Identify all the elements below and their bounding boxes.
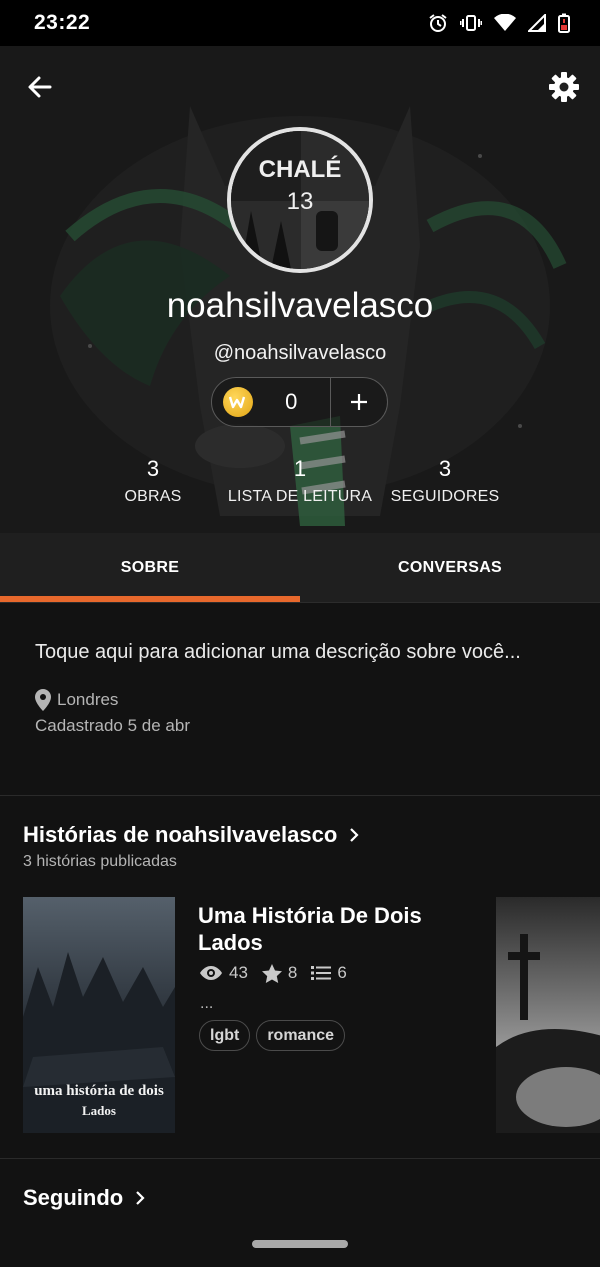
battery-low-icon [558, 13, 570, 33]
coin-count: 0 [285, 389, 298, 414]
stat-works[interactable]: 3 OBRAS [113, 456, 193, 506]
story-cover-image: uma história de dois Lados [23, 897, 175, 1133]
list-icon [311, 966, 332, 980]
settings-button[interactable] [540, 63, 588, 111]
stories-section: Histórias de noahsilvavelasco 3 história… [0, 797, 600, 1159]
stat-followers[interactable]: 3 SEGUIDORES [390, 456, 500, 506]
votes-stat: 8 [261, 963, 298, 983]
stories-section-title: Histórias de noahsilvavelasco [23, 822, 338, 847]
add-description-prompt[interactable]: Toque aqui para adicionar uma descrição … [35, 641, 521, 664]
avatar-text-line1: CHALÉ [259, 155, 342, 183]
chevron-right-icon [136, 1191, 145, 1205]
joined-date: Cadastrado 5 de abr [35, 716, 190, 735]
following-section-title: Seguindo [23, 1185, 124, 1210]
location-pin-icon [35, 689, 51, 711]
story-cover-image [496, 897, 600, 1133]
home-indicator[interactable] [252, 1240, 348, 1248]
about-section: Toque aqui para adicionar uma descrição … [0, 603, 600, 796]
username-handle: @noahsilvavelasco [213, 342, 387, 364]
cover-text-line2: Lados [82, 1103, 116, 1118]
votes-count: 8 [287, 963, 298, 982]
story-title[interactable]: Uma História De Dois Lados [198, 902, 458, 956]
story-description: ... [200, 995, 214, 1012]
display-name: noahsilvavelasco [166, 286, 434, 325]
cover-text-line1: uma história de dois [34, 1083, 164, 1099]
stat-reading-list-label: LISTA DE LEITURA [227, 488, 373, 505]
stat-works-value: 3 [146, 456, 160, 481]
status-bar: 23:22 [0, 0, 600, 46]
signal-icon [528, 14, 546, 32]
avatar-image: CHALÉ 13 [231, 131, 369, 269]
following-section-header[interactable]: Seguindo [23, 1185, 145, 1211]
add-coins-button[interactable] [331, 378, 387, 426]
reads-count: 43 [229, 963, 248, 982]
stories-section-header[interactable]: Histórias de noahsilvavelasco [23, 822, 359, 848]
tag-chip[interactable]: romance [256, 1020, 346, 1051]
story-stats: 43 8 6 [199, 963, 353, 983]
arrow-left-icon [28, 76, 52, 98]
stat-followers-value: 3 [438, 456, 452, 481]
following-section: Seguindo [0, 1160, 600, 1267]
location-text: Londres [57, 690, 119, 709]
status-time: 23:22 [34, 11, 91, 34]
gear-icon [549, 72, 579, 102]
status-icons [428, 13, 570, 33]
story-tags: lgbt romance [199, 1020, 346, 1051]
parts-stat: 6 [311, 963, 347, 983]
avatar-text-line2: 13 [287, 188, 314, 215]
back-button[interactable] [16, 63, 64, 111]
tab-about[interactable]: SOBRE [0, 533, 300, 603]
vibrate-icon [460, 15, 482, 31]
stat-reading-list[interactable]: 1 LISTA DE LEITURA [218, 456, 382, 506]
active-tab-indicator [0, 596, 300, 602]
stat-reading-list-value: 1 [293, 456, 307, 481]
avatar[interactable]: CHALÉ 13 [227, 127, 373, 273]
location-row: Londres [35, 689, 118, 711]
reads-stat: 43 [199, 963, 248, 983]
coins-widget[interactable]: 0 [211, 377, 388, 427]
coin-icon [223, 387, 253, 417]
stat-works-label: OBRAS [124, 488, 182, 505]
chevron-right-icon [350, 828, 359, 842]
wifi-icon [494, 14, 516, 31]
tag-chip[interactable]: lgbt [199, 1020, 251, 1051]
alarm-icon [429, 14, 447, 32]
eye-icon [200, 966, 222, 980]
star-icon [261, 963, 282, 983]
profile-tabs: SOBRE CONVERSAS [0, 533, 600, 603]
story-cover[interactable]: uma história de dois Lados [23, 897, 175, 1133]
parts-count: 6 [337, 963, 347, 982]
profile-header: CHALÉ 13 noahsilvavelasco @noahsilvavela… [0, 46, 600, 533]
stories-count: 3 histórias publicadas [23, 853, 177, 870]
plus-icon [351, 394, 367, 410]
story-cover[interactable] [496, 897, 600, 1133]
tab-conversations[interactable]: CONVERSAS [300, 533, 600, 603]
stat-followers-label: SEGUIDORES [390, 488, 500, 505]
